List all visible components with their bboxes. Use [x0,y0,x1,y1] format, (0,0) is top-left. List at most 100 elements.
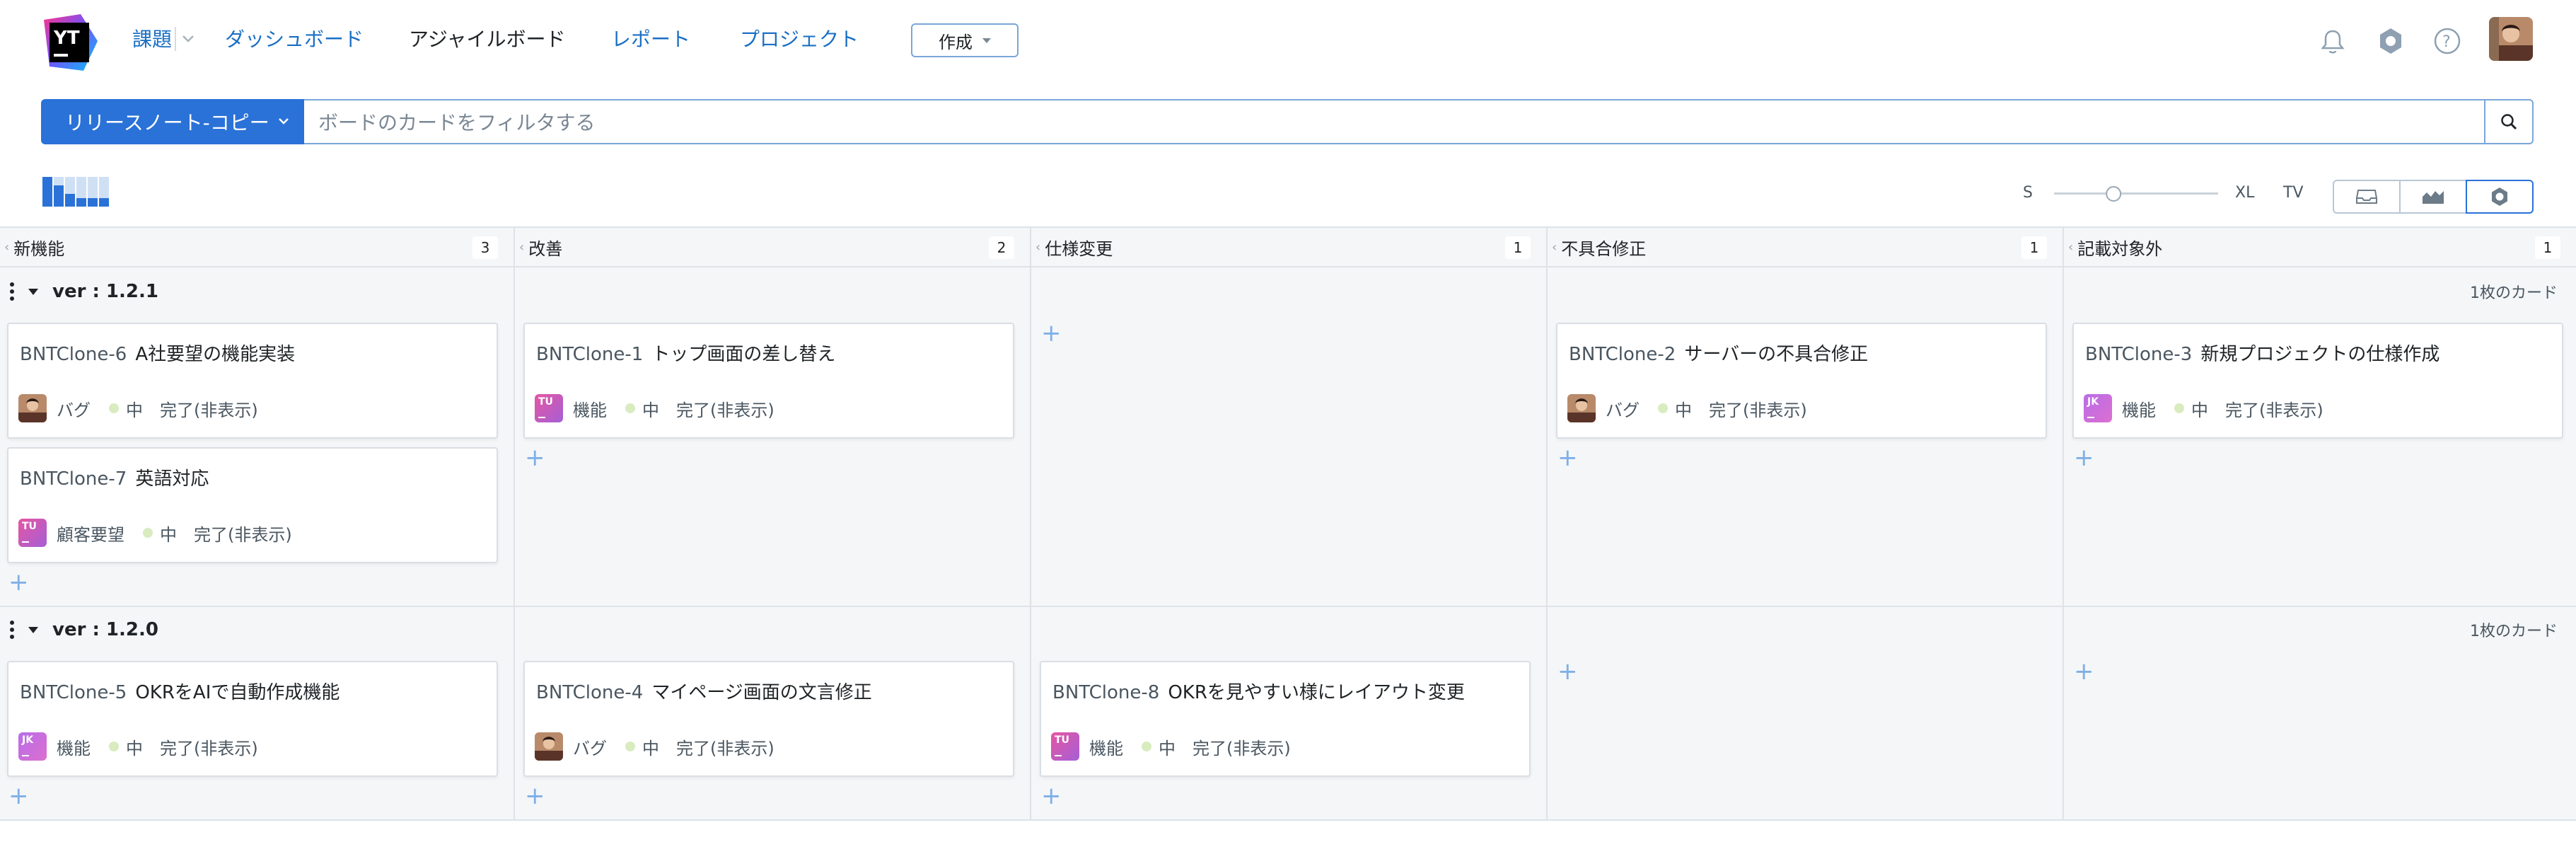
issue-state[interactable]: 完了(非表示) [1193,734,1291,759]
add-card-button[interactable]: + [8,570,29,594]
column-header[interactable]: ‹ 改善 2 [515,226,1030,267]
issue-type[interactable]: 機能 [1089,734,1123,759]
nav-issues[interactable]: 課題 [132,25,172,54]
card-size-slider[interactable] [2054,185,2218,202]
issue-priority[interactable]: 中 [642,734,659,759]
collapse-left-icon[interactable]: ‹ [2068,240,2073,255]
board-settings-button[interactable] [2466,180,2534,214]
add-card-button[interactable]: + [8,784,29,808]
nav-reports[interactable]: レポート [611,25,690,54]
issue-card[interactable]: BNTClone-5 OKRをAIで自動作成機能 JK 機能 中 完了(非表示) [7,661,498,777]
tv-mode-label[interactable]: TV [2283,184,2304,202]
issue-priority[interactable]: 中 [126,734,143,759]
add-card-button[interactable]: + [1041,321,1062,345]
card-title[interactable]: BNTClone-4 マイページ画面の文言修正 [536,678,872,704]
swimlane-header: ver : 1.2.1 1枚のカード [0,272,2576,311]
issue-state[interactable]: 完了(非表示) [160,396,258,421]
collapse-left-icon[interactable]: ‹ [1552,240,1557,255]
size-xl-label[interactable]: XL [2235,184,2254,202]
issue-state[interactable]: 完了(非表示) [676,396,774,421]
column-count: 2 [989,236,1014,259]
chart-view-button[interactable] [2399,180,2467,214]
column-header[interactable]: ‹ 不具合修正 1 [1548,226,2062,267]
collapse-triangle-icon[interactable] [28,626,38,633]
assignee-avatar[interactable] [535,732,563,761]
issue-priority[interactable]: 中 [160,521,177,546]
issue-priority[interactable]: 中 [1675,396,1692,421]
collapse-left-icon[interactable]: ‹ [4,240,9,255]
issue-type[interactable]: バグ [1606,396,1640,421]
kebab-menu-icon[interactable] [8,282,16,301]
add-card-button[interactable]: + [2074,659,2094,684]
column-header[interactable]: ‹ 仕様変更 1 [1031,226,1546,267]
issue-card[interactable]: BNTClone-3 新規プロジェクトの仕様作成 JK 機能 中 完了(非表示) [2072,323,2563,439]
issue-card[interactable]: BNTClone-6 A社要望の機能実装 バグ 中 完了(非表示) [7,323,498,439]
issue-type[interactable]: 顧客要望 [57,521,124,546]
backlog-view-button[interactable] [2333,180,2401,214]
assignee-avatar[interactable] [18,394,47,422]
add-card-button[interactable]: + [2074,446,2094,470]
assignee-avatar[interactable]: JK [2084,394,2112,422]
search-input[interactable]: ボードのカードをフィルタする [304,99,2487,144]
card-title[interactable]: BNTClone-2 サーバーの不具合修正 [1569,340,1868,366]
issue-card[interactable]: BNTClone-8 OKRを見やすい様にレイアウト変更 TU 機能 中 完了(非… [1040,661,1531,777]
assignee-avatar[interactable]: TU [535,394,563,422]
issue-card[interactable]: BNTClone-1 トップ画面の差し替え TU 機能 中 完了(非表示) [523,323,1014,439]
nav-projects[interactable]: プロジェクト [740,25,859,54]
issue-priority[interactable]: 中 [642,396,659,421]
card-title[interactable]: BNTClone-1 トップ画面の差し替え [536,340,835,366]
assignee-avatar[interactable]: TU [1051,732,1079,761]
add-card-button[interactable]: + [1557,446,1578,470]
issue-priority[interactable]: 中 [126,396,143,421]
card-title[interactable]: BNTClone-3 新規プロジェクトの仕様作成 [2085,340,2439,366]
add-card-button[interactable]: + [1041,784,1062,808]
card-title[interactable]: BNTClone-6 A社要望の機能実装 [20,340,295,366]
issue-state[interactable]: 完了(非表示) [676,734,774,759]
issue-state[interactable]: 完了(非表示) [160,734,258,759]
assignee-avatar[interactable] [1567,394,1596,422]
saved-query-dropdown[interactable]: リリースノート-コピー [41,99,304,144]
nav-agile-board[interactable]: アジャイルボード [409,25,565,54]
kebab-menu-icon[interactable] [8,620,16,640]
swimlane-title[interactable]: ver : 1.2.1 [52,281,158,302]
assignee-avatar[interactable]: JK [18,732,47,761]
chart-icon[interactable] [41,175,110,208]
search-button[interactable] [2484,99,2534,144]
nav-dashboard[interactable]: ダッシュボード [225,25,364,54]
issue-state[interactable]: 完了(非表示) [2225,396,2323,421]
youtrack-logo[interactable]: YT [40,13,99,72]
collapse-left-icon[interactable]: ‹ [519,240,524,255]
assignee-avatar[interactable]: TU [18,519,47,547]
size-small-label[interactable]: S [2023,184,2033,202]
help-icon[interactable]: ? [2432,25,2463,57]
card-title[interactable]: BNTClone-5 OKRをAIで自動作成機能 [20,678,340,704]
chevron-down-icon[interactable] [181,34,195,44]
issue-card[interactable]: BNTClone-2 サーバーの不具合修正 バグ 中 完了(非表示) [1556,323,2047,439]
add-card-button[interactable]: + [1557,659,1578,684]
issue-priority[interactable]: 中 [2191,396,2208,421]
issue-card[interactable]: BNTClone-4 マイページ画面の文言修正 バグ 中 完了(非表示) [523,661,1014,777]
issue-priority[interactable]: 中 [1159,734,1176,759]
create-button[interactable]: 作成 [911,23,1019,57]
issue-card[interactable]: BNTClone-7 英語対応 TU 顧客要望 中 完了(非表示) [7,447,498,563]
bell-icon[interactable] [2317,25,2348,57]
column-title: 仕様変更 [1045,238,1113,259]
collapse-left-icon[interactable]: ‹ [1035,240,1040,255]
card-title[interactable]: BNTClone-7 英語対応 [20,464,209,490]
column-header[interactable]: ‹ 記載対象外 1 [2064,226,2576,267]
hub-icon[interactable] [2375,25,2406,57]
issue-type[interactable]: バグ [57,396,91,421]
issue-type[interactable]: バグ [573,734,607,759]
card-title[interactable]: BNTClone-8 OKRを見やすい様にレイアウト変更 [1052,678,1465,704]
swimlane-title[interactable]: ver : 1.2.0 [52,619,158,640]
issue-type[interactable]: 機能 [57,734,91,759]
collapse-triangle-icon[interactable] [28,288,38,295]
issue-state[interactable]: 完了(非表示) [1709,396,1807,421]
add-card-button[interactable]: + [525,446,545,470]
column-header[interactable]: ‹ 新機能 3 [0,226,514,267]
issue-state[interactable]: 完了(非表示) [194,521,292,546]
user-avatar[interactable] [2489,17,2533,61]
add-card-button[interactable]: + [525,784,545,808]
issue-type[interactable]: 機能 [2122,396,2156,421]
issue-type[interactable]: 機能 [573,396,607,421]
